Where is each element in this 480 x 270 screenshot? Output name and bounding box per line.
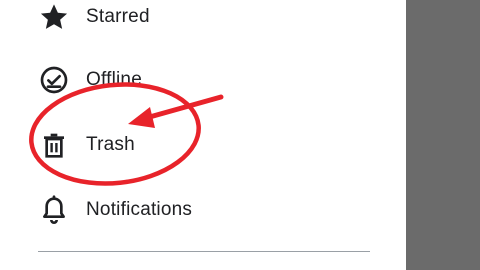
drawer-item-trash[interactable]: Trash <box>0 117 406 173</box>
drawer-item-offline[interactable]: Offline <box>0 52 406 108</box>
drawer-item-label: Notifications <box>86 199 193 220</box>
drawer-item-notifications[interactable]: Notifications <box>0 182 406 238</box>
offline-check-icon <box>40 66 68 94</box>
screen: Starred Offline Trash Notifications <box>0 0 480 270</box>
drawer-item-label: Trash <box>86 134 135 155</box>
drawer-item-label: Starred <box>86 6 150 27</box>
drawer-scrim[interactable] <box>406 0 480 270</box>
drawer-item-label: Offline <box>86 69 142 90</box>
navigation-drawer: Starred Offline Trash Notifications <box>0 0 406 270</box>
drawer-divider <box>38 251 370 252</box>
drawer-item-starred[interactable]: Starred <box>0 0 406 45</box>
star-icon <box>40 4 68 29</box>
trash-icon <box>44 133 64 158</box>
bell-icon <box>43 195 65 224</box>
